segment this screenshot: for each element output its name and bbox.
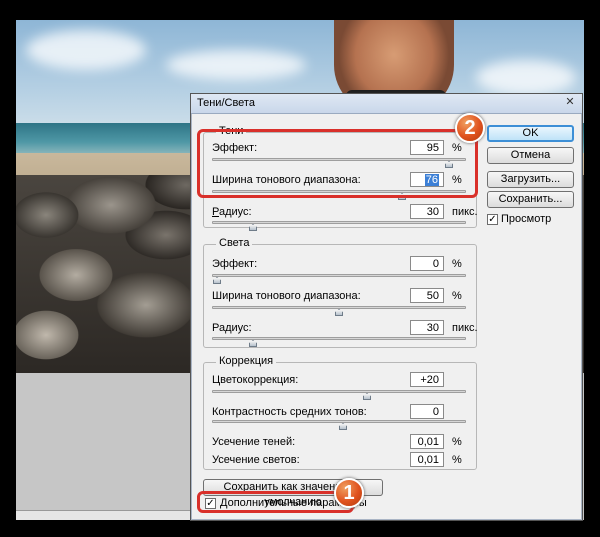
callout-badge-1: 1 bbox=[334, 478, 364, 508]
color-correction-input[interactable]: +20 bbox=[410, 372, 444, 387]
highlights-width-unit: % bbox=[452, 290, 462, 302]
midtone-contrast-label: Контрастность средних тонов: bbox=[212, 406, 367, 418]
highlights-effect-input[interactable]: 0 bbox=[410, 256, 444, 271]
midtone-contrast-input[interactable]: 0 bbox=[410, 404, 444, 419]
shadows-radius-unit: пикс. bbox=[452, 206, 478, 218]
highlights-effect-slider-thumb[interactable] bbox=[213, 277, 221, 284]
midtone-contrast-slider-thumb[interactable] bbox=[339, 423, 347, 430]
callout-badge-2: 2 bbox=[455, 113, 485, 143]
save-button[interactable]: Сохранить... bbox=[487, 191, 574, 208]
clip-highlights-label: Усечение светов: bbox=[212, 454, 300, 466]
highlights-radius-label: Радиус: bbox=[212, 322, 252, 334]
cancel-button[interactable]: Отмена bbox=[487, 147, 574, 164]
shadows-radius-input[interactable]: 30 bbox=[410, 204, 444, 219]
color-correction-slider[interactable] bbox=[212, 390, 466, 400]
clip-highlights-input[interactable]: 0,01 bbox=[410, 452, 444, 467]
color-correction-slider-thumb[interactable] bbox=[363, 393, 371, 400]
correction-legend: Коррекция bbox=[216, 355, 277, 367]
highlights-width-input[interactable]: 50 bbox=[410, 288, 444, 303]
dialog-titlebar[interactable]: Тени/Света bbox=[191, 94, 582, 114]
color-correction-label: Цветокоррекция: bbox=[212, 374, 299, 386]
more-options-highlight-frame bbox=[197, 491, 354, 513]
highlights-width-slider-thumb[interactable] bbox=[335, 309, 343, 316]
clip-shadows-input[interactable]: 0,01 bbox=[410, 434, 444, 449]
highlights-width-slider[interactable] bbox=[212, 306, 466, 316]
preview-label[interactable]: Просмотр bbox=[501, 213, 551, 225]
highlights-effect-slider[interactable] bbox=[212, 274, 466, 284]
shadows-radius-slider-thumb[interactable] bbox=[249, 224, 257, 231]
shadows-highlight-frame bbox=[197, 129, 478, 198]
highlights-radius-input[interactable]: 30 bbox=[410, 320, 444, 335]
load-button[interactable]: Загрузить... bbox=[487, 171, 574, 188]
highlights-radius-unit: пикс. bbox=[452, 322, 478, 334]
highlights-width-label: Ширина тонового диапазона: bbox=[212, 290, 361, 302]
highlights-group: Света Эффект: 0 % Ширина тонового диапаз… bbox=[203, 237, 478, 348]
close-icon[interactable]: ✕ bbox=[564, 97, 576, 109]
preview-checkbox[interactable]: ✓ bbox=[487, 214, 498, 225]
highlights-radius-slider[interactable] bbox=[212, 337, 466, 347]
shadows-radius-slider[interactable] bbox=[212, 221, 466, 231]
correction-group: Коррекция Цветокоррекция: +20 Контрастно… bbox=[203, 355, 477, 470]
highlights-effect-unit: % bbox=[452, 258, 462, 270]
shadows-radius-label: Радиус: bbox=[212, 206, 252, 218]
highlights-legend: Света bbox=[216, 237, 253, 249]
highlights-radius-slider-thumb[interactable] bbox=[249, 340, 257, 347]
highlights-effect-label: Эффект: bbox=[212, 258, 258, 270]
ok-button[interactable]: OK bbox=[487, 125, 574, 142]
midtone-contrast-slider[interactable] bbox=[212, 420, 466, 430]
horizontal-scrollbar[interactable] bbox=[16, 510, 196, 520]
clip-shadows-label: Усечение теней: bbox=[212, 436, 296, 448]
dialog-title: Тени/Света bbox=[197, 97, 255, 109]
clip-shadows-unit: % bbox=[452, 436, 462, 448]
clip-highlights-unit: % bbox=[452, 454, 462, 466]
